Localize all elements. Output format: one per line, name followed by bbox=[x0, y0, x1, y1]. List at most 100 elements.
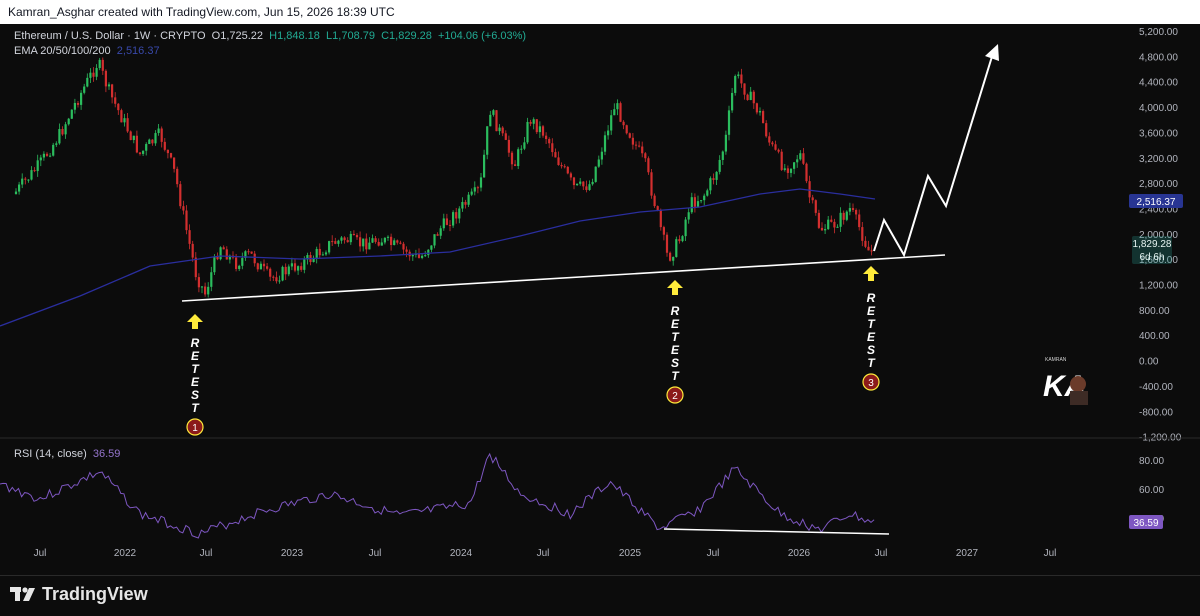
candle-body bbox=[492, 110, 495, 115]
candle-body bbox=[160, 128, 163, 142]
candle-body bbox=[665, 234, 669, 253]
candle-body bbox=[817, 212, 820, 228]
candle-body bbox=[58, 129, 61, 144]
candle-body bbox=[235, 257, 238, 269]
candle-body bbox=[582, 181, 585, 187]
candle-body bbox=[343, 237, 346, 241]
candle-body bbox=[266, 266, 269, 269]
candle-body bbox=[548, 139, 551, 144]
candle-body bbox=[789, 168, 793, 173]
candle-body bbox=[486, 126, 489, 155]
candle-body bbox=[145, 144, 148, 151]
candle-body bbox=[653, 195, 656, 207]
ema-price-tag: 2,516.37 bbox=[1129, 194, 1183, 208]
candle-body bbox=[696, 201, 700, 207]
candle-body bbox=[774, 144, 777, 150]
candle-body bbox=[18, 184, 21, 192]
candle-body bbox=[275, 277, 278, 282]
candle-body bbox=[374, 238, 377, 242]
retest-letter: T bbox=[671, 369, 680, 383]
candle-body bbox=[120, 110, 123, 123]
candle-body bbox=[777, 149, 780, 152]
candle-body bbox=[92, 72, 95, 77]
candle-body bbox=[656, 206, 659, 211]
support-trendline[interactable] bbox=[181, 254, 946, 302]
candle-body bbox=[473, 187, 476, 192]
candle-body bbox=[148, 139, 151, 145]
candle-body bbox=[452, 212, 455, 226]
candle-body bbox=[238, 265, 241, 269]
candle-body bbox=[771, 142, 774, 145]
ohlc-open: O1,725.22 bbox=[211, 30, 264, 42]
candle-body bbox=[362, 238, 365, 247]
candle-body bbox=[383, 237, 386, 243]
candle-body bbox=[346, 240, 349, 243]
candle-body bbox=[650, 172, 653, 196]
rsi-divergence-line[interactable] bbox=[663, 528, 890, 535]
candle-body bbox=[107, 84, 111, 87]
candle-body bbox=[796, 159, 799, 163]
candle-body bbox=[39, 157, 42, 161]
rsi-label: RSI (14, close) bbox=[14, 448, 87, 460]
candle-body bbox=[297, 266, 300, 271]
candle-body bbox=[495, 110, 498, 132]
candle-body bbox=[613, 109, 616, 116]
candle-body bbox=[290, 263, 293, 267]
candle-body bbox=[532, 119, 535, 124]
projection-path[interactable] bbox=[873, 49, 995, 258]
candle-body bbox=[594, 166, 597, 182]
candle-body bbox=[328, 241, 331, 253]
candle-body bbox=[157, 128, 160, 134]
candle-body bbox=[269, 268, 272, 277]
candle-body bbox=[163, 141, 166, 150]
candle-body bbox=[368, 242, 371, 250]
price-axis[interactable]: 5,200.00 4,800.00 4,400.00 4,000.00 3,600.00… bbox=[1139, 27, 1182, 444]
candle-body bbox=[591, 181, 594, 185]
candle-body bbox=[700, 200, 703, 202]
rsi-value: 36.59 bbox=[92, 448, 121, 460]
candle-body bbox=[411, 254, 414, 257]
candle-body bbox=[566, 166, 569, 174]
svg-text:1: 1 bbox=[192, 423, 198, 434]
ema-line bbox=[0, 188, 876, 327]
candle-body bbox=[560, 165, 563, 167]
candle-body bbox=[70, 109, 73, 119]
price-chart[interactable]: RETEST RETEST RETEST 1 2 3 KAMRAN KA 5,2… bbox=[0, 24, 1200, 575]
rsi-axis[interactable]: 80.0060.0040.00 bbox=[1139, 456, 1164, 525]
tradingview-logo[interactable]: TradingView bbox=[10, 584, 148, 605]
ema-legend[interactable]: EMA 20/50/100/200 2,516.37 bbox=[14, 45, 160, 57]
time-axis[interactable]: Jul 2022 Jul 2023 Jul 2024 Jul 2025 Jul 2026 Jul 20… bbox=[34, 548, 1057, 559]
candle-body bbox=[458, 208, 461, 219]
rsi-legend[interactable]: RSI (14, close) 36.59 bbox=[14, 448, 120, 460]
rsi-axis-label: 80.00 bbox=[1139, 456, 1164, 467]
candle-body bbox=[166, 149, 169, 154]
candle-body bbox=[476, 187, 479, 189]
candle-body bbox=[551, 143, 554, 153]
candle-body bbox=[281, 266, 284, 281]
candle-body bbox=[793, 162, 796, 169]
time-axis-label: Jul bbox=[369, 548, 382, 559]
ema-value: 2,516.37 bbox=[116, 45, 160, 57]
projection-arrowhead bbox=[985, 44, 999, 61]
candle-body bbox=[678, 239, 681, 242]
candle-body bbox=[830, 219, 833, 222]
candle-body bbox=[712, 178, 715, 180]
candle-body bbox=[210, 272, 213, 287]
candle-body bbox=[179, 184, 182, 207]
candle-body bbox=[393, 240, 396, 246]
candle-body bbox=[541, 126, 545, 136]
chart-frame[interactable]: RETEST RETEST RETEST 1 2 3 KAMRAN KA 5,2… bbox=[0, 24, 1200, 575]
retest-label-3: RETEST bbox=[867, 291, 877, 370]
candle-body bbox=[185, 210, 188, 231]
candle-body bbox=[117, 103, 120, 111]
candle-body bbox=[300, 266, 303, 270]
price-axis-label: 2,800.00 bbox=[1139, 179, 1178, 190]
candle-body bbox=[284, 266, 287, 275]
candle-body bbox=[820, 227, 824, 231]
candle-body bbox=[675, 239, 678, 257]
candle-body bbox=[402, 243, 405, 250]
ohlc-high: H1,848.18 bbox=[269, 30, 320, 42]
candlestick-series bbox=[14, 57, 873, 298]
time-axis-label: Jul bbox=[707, 548, 720, 559]
candle-body bbox=[523, 142, 526, 149]
